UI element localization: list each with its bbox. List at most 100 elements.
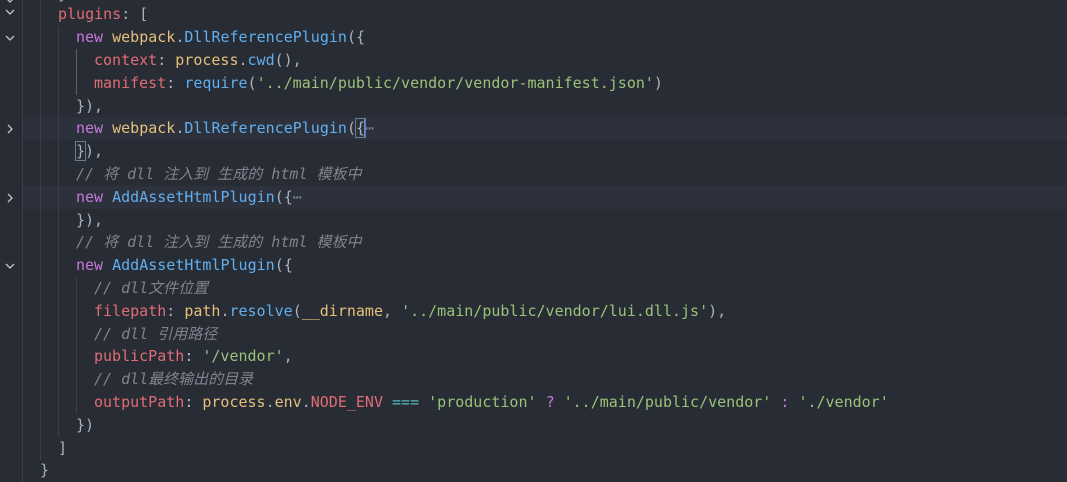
code-token: filepath (94, 302, 167, 320)
indent-guide (22, 300, 40, 323)
code-line[interactable]: }), (22, 209, 1067, 232)
indent-guide (58, 72, 76, 95)
code-token: ), (85, 142, 104, 160)
code-token: }), (76, 211, 104, 229)
code-token: . (238, 51, 248, 69)
code-line[interactable]: new webpack.DllReferencePlugin({⋯ (22, 117, 1067, 140)
code-token: : (166, 302, 185, 320)
code-line[interactable]: // dll最终输出的目录 (22, 368, 1067, 391)
indent-guide (22, 163, 40, 186)
indent-guide (76, 300, 94, 323)
indent-guide (40, 186, 58, 209)
indent-guide (40, 72, 58, 95)
indent-guide (22, 231, 40, 254)
code-token: }) (76, 416, 95, 434)
code-token: new (76, 119, 113, 137)
indent-guide (40, 391, 58, 414)
code-token: plugins (58, 5, 122, 23)
indent-guide (22, 437, 40, 460)
code-line[interactable]: filepath: path.resolve(__dirname, '../ma… (22, 300, 1067, 323)
indent-guide (76, 323, 94, 346)
indent-guide (22, 26, 40, 49)
indent-guide (22, 72, 40, 95)
fold-collapsed-icon[interactable] (2, 121, 18, 137)
code-token: cwd (247, 51, 275, 69)
code-token: AddAssetHtmlPlugin (112, 256, 275, 274)
indent-guide (40, 345, 58, 368)
indent-guide (40, 277, 58, 300)
code-token: new (76, 256, 113, 274)
indent-guide (58, 323, 76, 346)
fold-collapsed-icon[interactable] (2, 190, 18, 206)
code-token: resolve (229, 302, 293, 320)
code-line[interactable]: } (22, 459, 1067, 482)
indent-guide (22, 49, 40, 72)
code-line[interactable]: // dll文件位置 (22, 277, 1067, 300)
indent-guide (58, 163, 76, 186)
indent-guide (58, 368, 76, 391)
code-token: , (383, 302, 402, 320)
code-line[interactable]: }), (22, 140, 1067, 163)
fold-expanded-icon[interactable] (2, 30, 18, 46)
indent-guide (58, 209, 76, 232)
code-line[interactable]: publicPath: '/vendor', (22, 345, 1067, 368)
code-line[interactable]: ] (22, 437, 1067, 460)
code-line[interactable]: // dll 引用路径 (22, 323, 1067, 346)
code-token: ) (653, 74, 663, 92)
fold-gutter (0, 0, 22, 468)
code-token: } (74, 141, 87, 161)
indent-guide (76, 72, 94, 95)
code-line[interactable]: }), (22, 95, 1067, 118)
code-token: new (76, 188, 113, 206)
folded-region-ellipsis[interactable]: ⋯ (293, 188, 302, 206)
code-token: // dll 引用路径 (94, 325, 218, 343)
indent-guide (22, 277, 40, 300)
code-token: ({ (274, 256, 293, 274)
indent-guide (58, 140, 76, 163)
code-line[interactable]: // 将 dll 注入到 生成的 html 模板中 (22, 163, 1067, 186)
code-line[interactable]: new webpack.DllReferencePlugin({ (22, 26, 1067, 49)
indent-guide (22, 368, 40, 391)
indent-guide (40, 95, 58, 118)
indent-guide (40, 117, 58, 140)
code-token: AddAssetHtmlPlugin (112, 188, 275, 206)
indent-guide (22, 3, 40, 26)
code-token: : (184, 347, 203, 365)
code-token: ), (708, 302, 727, 320)
indent-guide (22, 117, 40, 140)
code-token: '/vendor' (202, 347, 284, 365)
indent-guide (40, 254, 58, 277)
code-token: }), (76, 97, 104, 115)
indent-guide (76, 368, 94, 391)
code-token: . (265, 393, 275, 411)
code-line[interactable]: // 将 dll 注入到 生成的 html 模板中 (22, 231, 1067, 254)
code-line[interactable]: manifest: require('../main/public/vendor… (22, 72, 1067, 95)
code-token: // dll文件位置 (94, 279, 209, 297)
code-token: '../main/public/vendor/vendor-manifest.j… (256, 74, 654, 92)
indent-guide (40, 437, 58, 460)
code-line[interactable]: context: process.cwd(), (22, 49, 1067, 72)
code-token: ({ (346, 28, 365, 46)
indent-guide (40, 368, 58, 391)
code-token: webpack (112, 28, 176, 46)
code-line[interactable]: outputPath: process.env.NODE_ENV === 'pr… (22, 391, 1067, 414)
indent-guide (40, 3, 58, 26)
code-token: publicPath (94, 347, 185, 365)
fold-expanded-icon[interactable] (2, 258, 18, 274)
indent-guide (40, 49, 58, 72)
code-line[interactable]: }) (22, 414, 1067, 437)
indent-guide (22, 414, 40, 437)
code-token: '../main/public/vendor' (563, 393, 772, 411)
code-line[interactable]: new AddAssetHtmlPlugin({⋯ (22, 186, 1067, 209)
code-token: DllReferencePlugin (184, 28, 347, 46)
indent-guide (58, 254, 76, 277)
code-editor[interactable]: }plugins: [new webpack.DllReferencePlugi… (0, 0, 1067, 482)
code-token: ({ (274, 188, 293, 206)
code-line[interactable]: new AddAssetHtmlPlugin({ (22, 254, 1067, 277)
code-token: (), (274, 51, 302, 69)
folded-region-ellipsis[interactable]: ⋯ (365, 119, 374, 137)
fold-expanded-icon[interactable] (2, 0, 18, 8)
code-line[interactable]: plugins: [ (22, 3, 1067, 26)
